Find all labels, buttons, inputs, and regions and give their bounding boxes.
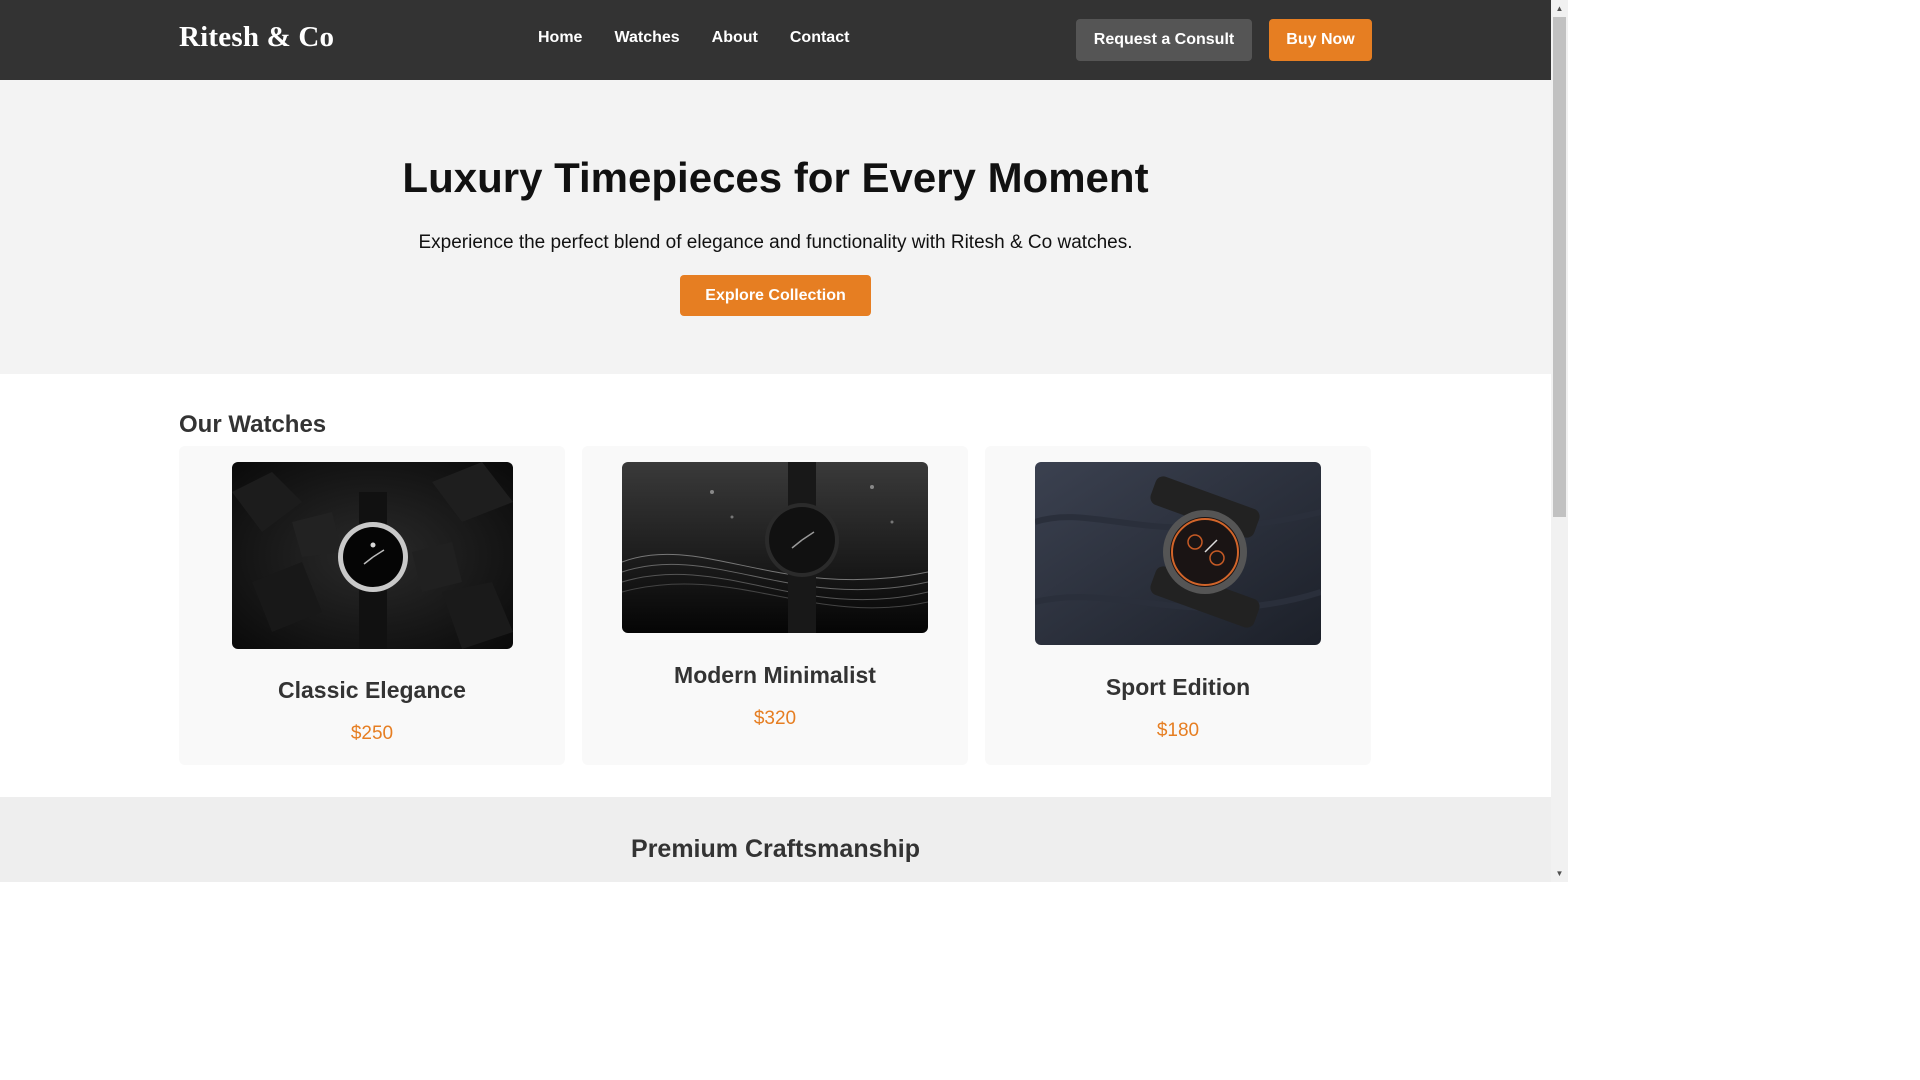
scrollbar-thumb[interactable] <box>1553 17 1566 517</box>
watch-image-sport[interactable] <box>1035 462 1321 645</box>
watch-name: Modern Minimalist <box>674 662 876 688</box>
site-logo[interactable]: Ritesh & Co <box>179 21 334 54</box>
watch-card-classic-elegance[interactable]: Classic Elegance $250 <box>179 446 565 765</box>
craftsmanship-section: Premium Craftsmanship <box>0 797 1551 882</box>
nav-about[interactable]: About <box>712 29 758 47</box>
buy-now-button[interactable]: Buy Now <box>1269 19 1372 61</box>
watch-image-modern[interactable] <box>622 462 928 633</box>
hero-title: Luxury Timepieces for Every Moment <box>402 154 1149 201</box>
page-scrollbar[interactable]: ▲ ▼ <box>1551 0 1568 882</box>
main-nav: Home Watches About Contact <box>538 29 881 47</box>
scroll-down-icon[interactable]: ▼ <box>1551 865 1568 882</box>
watch-card-sport-edition[interactable]: Sport Edition $180 <box>985 446 1371 765</box>
nav-watches[interactable]: Watches <box>614 29 679 47</box>
hero-section: Luxury Timepieces for Every Moment Exper… <box>0 80 1551 374</box>
watch-price: $250 <box>350 723 394 744</box>
request-consult-button[interactable]: Request a Consult <box>1076 19 1252 61</box>
watch-name: Classic Elegance <box>278 677 466 703</box>
watches-section-title: Our Watches <box>179 411 327 438</box>
watch-price: $320 <box>753 708 797 729</box>
hero-subtitle: Experience the perfect blend of elegance… <box>418 232 1133 253</box>
watch-card-modern-minimalist[interactable]: Modern Minimalist $320 <box>582 446 968 765</box>
watch-image-classic[interactable] <box>232 462 513 649</box>
watch-price: $180 <box>1156 720 1200 741</box>
craftsmanship-title: Premium Craftsmanship <box>631 835 920 863</box>
nav-contact[interactable]: Contact <box>790 29 850 47</box>
explore-collection-button[interactable]: Explore Collection <box>680 275 871 316</box>
nav-home[interactable]: Home <box>538 29 582 47</box>
scroll-up-icon[interactable]: ▲ <box>1551 0 1568 17</box>
site-header: Ritesh & Co Home Watches About Contact R… <box>0 0 1551 80</box>
watch-name: Sport Edition <box>1105 674 1251 700</box>
